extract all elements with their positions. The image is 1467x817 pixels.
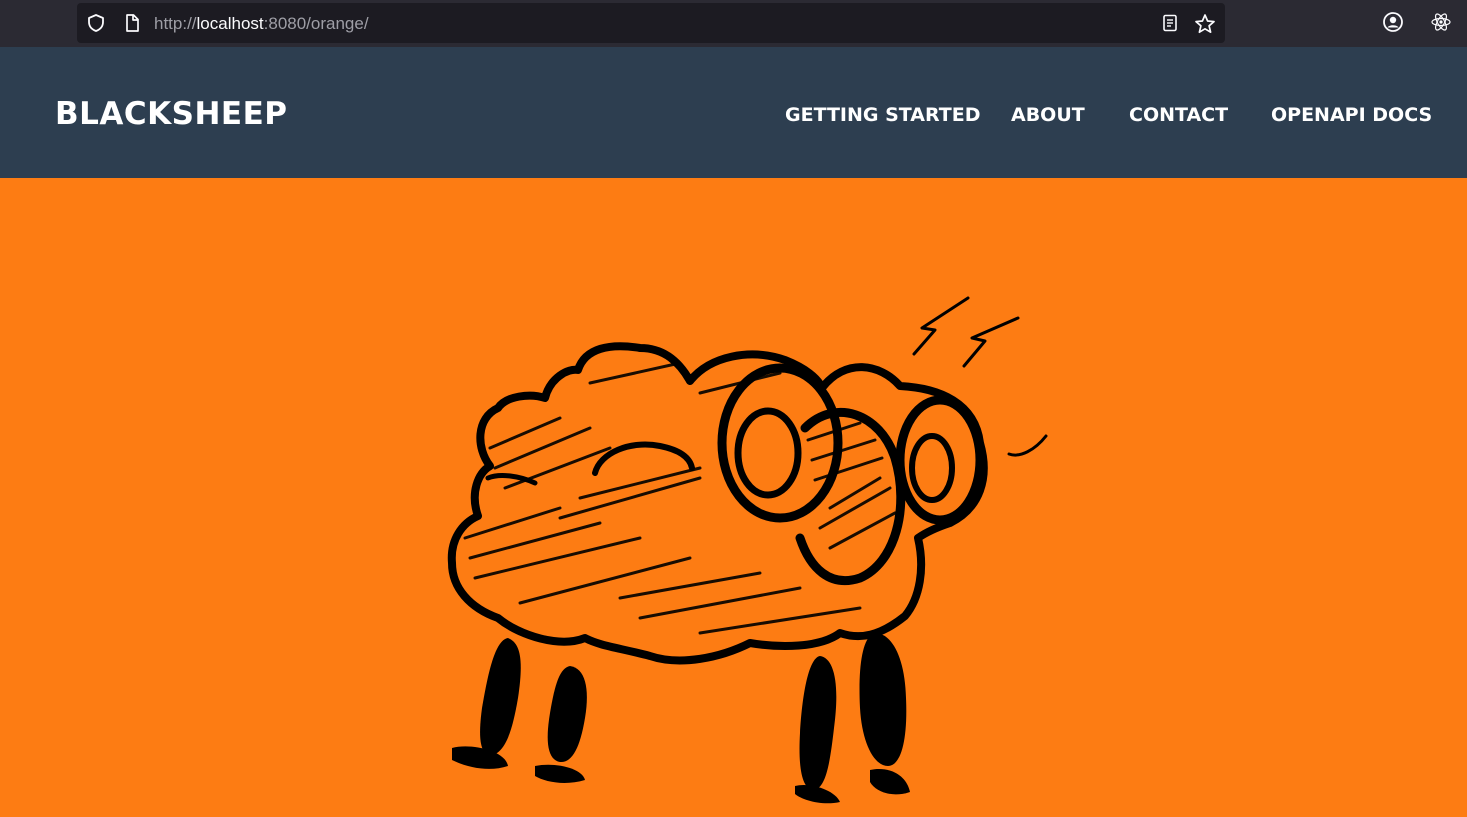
- page-icon: [122, 13, 142, 33]
- nav-openapi-docs[interactable]: OPENAPI DOCS: [1271, 104, 1432, 126]
- url-text[interactable]: http://localhost:8080/orange/: [154, 14, 369, 34]
- address-bar[interactable]: http://localhost:8080/orange/: [77, 3, 1225, 43]
- shield-icon[interactable]: [86, 13, 106, 33]
- black-sheep-sketch: [447, 296, 1048, 804]
- url-path: :8080/orange/: [263, 14, 369, 33]
- nav-contact[interactable]: CONTACT: [1129, 104, 1228, 126]
- nav-getting-started[interactable]: GETTING STARTED: [785, 104, 980, 126]
- browser-toolbar: http://localhost:8080/orange/: [0, 0, 1467, 47]
- url-host: localhost: [196, 14, 264, 33]
- site-header: BLACKSHEEP GETTING STARTED ABOUT CONTACT…: [0, 47, 1467, 178]
- reader-view-icon[interactable]: [1160, 13, 1180, 33]
- react-devtools-icon[interactable]: [1430, 11, 1452, 33]
- nav-about[interactable]: ABOUT: [1011, 104, 1085, 126]
- hero-section: [0, 178, 1467, 817]
- bookmark-star-icon[interactable]: [1194, 13, 1215, 34]
- brand-logo-link[interactable]: BLACKSHEEP: [55, 96, 288, 132]
- account-icon[interactable]: [1382, 11, 1404, 33]
- url-scheme: http://: [154, 14, 197, 33]
